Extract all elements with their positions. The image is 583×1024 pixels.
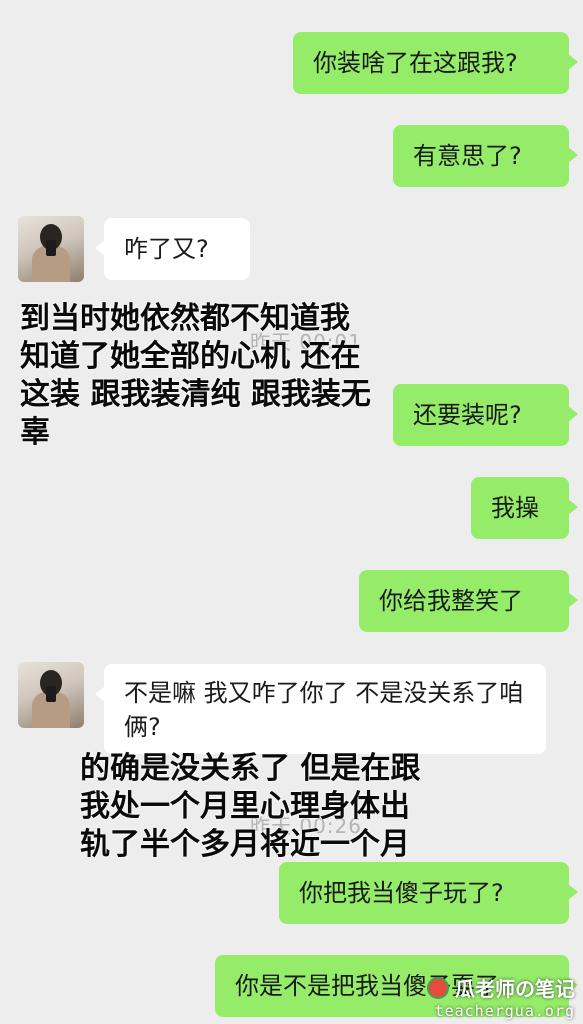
- watermelon-icon: [427, 976, 449, 999]
- my-message-bubble[interactable]: 你装啥了在这跟我?: [293, 32, 578, 94]
- contact-avatar[interactable]: [18, 216, 84, 282]
- watermark-site: teachergua.org: [434, 1002, 575, 1020]
- watermark: 瓜老师の笔记 teachergua.org: [427, 973, 575, 1020]
- their-message-bubble[interactable]: 不是嘛 我又咋了你了 不是没关系了咱俩?: [95, 664, 546, 754]
- their-message-bubble[interactable]: 咋了又?: [95, 218, 250, 280]
- caption-annotation: 的确是没关系了 但是在跟 我处一个月里心理身体出 轨了半个多月将近一个月: [80, 751, 421, 862]
- my-message-bubble[interactable]: 还要装呢?: [393, 384, 578, 446]
- caption-annotation: 到当时她依然都不知道我 知道了她全部的心机 还在 这装 跟我装清纯 跟我装无 辜: [20, 301, 371, 450]
- watermark-name: 瓜老师の笔记: [455, 977, 575, 1001]
- my-message-bubble[interactable]: 你给我整笑了: [359, 570, 578, 632]
- my-message-bubble[interactable]: 你把我当傻子玩了?: [279, 862, 578, 924]
- my-message-bubble[interactable]: 我操: [471, 477, 578, 539]
- contact-avatar[interactable]: [18, 662, 84, 728]
- my-message-bubble[interactable]: 有意思了?: [393, 125, 578, 187]
